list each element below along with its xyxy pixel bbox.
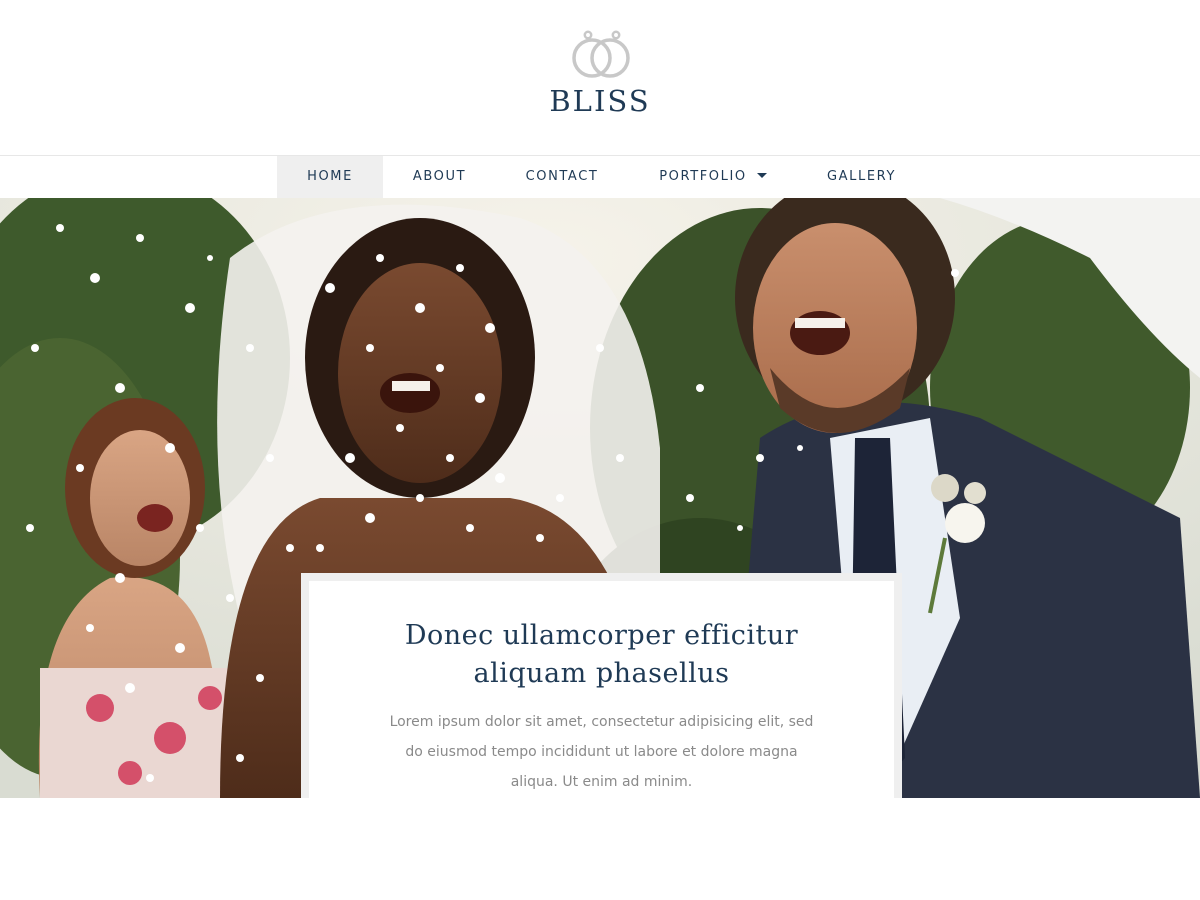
nav-item-about[interactable]: ABOUT [383,156,496,198]
hero-caption-title: Donec ullamcorper efficitur aliquam phas… [404,620,799,689]
hero-caption-text: Lorem ipsum dolor sit amet, consectetur … [389,714,814,790]
hero-caption-card: Donec ullamcorper efficitur aliquam phas… [301,573,902,798]
nav-item-gallery[interactable]: GALLERY [798,156,925,198]
nav-item-portfolio-label: PORTFOLIO [659,169,747,184]
nav-item-portfolio[interactable]: PORTFOLIO [628,156,798,198]
site-header: BLISS [0,0,1200,155]
hero-banner: Donec ullamcorper efficitur aliquam phas… [0,198,1200,798]
hero-caption-inner: Donec ullamcorper efficitur aliquam phas… [309,581,894,798]
brand-name[interactable]: BLISS [0,84,1200,118]
nav-item-contact[interactable]: CONTACT [496,156,628,198]
main-nav: HOME ABOUT CONTACT PORTFOLIO GALLERY [0,155,1200,198]
chevron-down-icon [756,172,767,178]
wedding-rings-icon[interactable] [568,28,634,80]
nav-item-home[interactable]: HOME [277,156,383,198]
